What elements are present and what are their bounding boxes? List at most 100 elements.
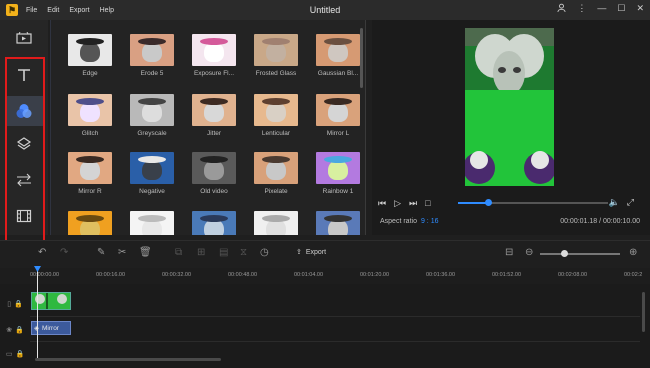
timeline-tick-label: 00:01:04.00: [294, 272, 324, 278]
next-frame-icon[interactable]: ⏭: [409, 198, 417, 209]
thumbnail-dog-face: [266, 160, 286, 180]
play-icon[interactable]: ▷: [394, 198, 401, 209]
timeline-ruler[interactable]: 00:00:00.00 00:00:16.00 00:00:32.00 00:00:4…: [0, 268, 650, 284]
user-icon[interactable]: [557, 3, 566, 14]
track-lock-icon[interactable]: 🔒: [15, 326, 24, 334]
track-lock-icon[interactable]: 🔒: [15, 350, 24, 358]
thumbnail-hat: [262, 156, 290, 163]
filter-label: Pixelate: [264, 188, 288, 195]
redo-icon[interactable]: ↷: [60, 247, 68, 258]
split-icon[interactable]: ✂: [118, 247, 126, 258]
filter-label: Frosted Glass: [255, 70, 297, 77]
export-button[interactable]: ⇪ Export: [296, 248, 326, 257]
progress-handle[interactable]: [485, 199, 492, 206]
menu-edit[interactable]: Edit: [47, 7, 59, 14]
audio-track-header: ▭ 🔒: [0, 342, 30, 366]
thumbnail-dog-face: [142, 160, 162, 180]
aspect-ratio: Aspect ratio 9 : 16: [380, 218, 438, 225]
zoom-slider-handle[interactable]: [561, 250, 568, 257]
undo-icon[interactable]: ↶: [38, 247, 46, 258]
filter-item[interactable]: Mirror L: [309, 94, 365, 146]
filter-item[interactable]: Mirror R: [61, 152, 119, 204]
thumbnail-hat: [138, 38, 166, 45]
speed-icon[interactable]: ⧖: [240, 247, 247, 258]
prev-frame-icon[interactable]: ⏮: [378, 198, 386, 209]
close-icon[interactable]: ✕: [636, 3, 644, 14]
filter-item[interactable]: Edge: [61, 34, 119, 86]
filter-item[interactable]: Negative: [123, 152, 181, 204]
filter-item[interactable]: [309, 211, 365, 235]
filter-item[interactable]: [247, 211, 305, 235]
track-lock-icon[interactable]: 🔒: [14, 300, 23, 308]
aspect-ratio-value[interactable]: 9 : 16: [421, 218, 439, 225]
app-logo-icon: ⚑: [6, 4, 18, 16]
thumbnail-hat: [138, 98, 166, 105]
delete-icon[interactable]: 🗑: [139, 247, 152, 258]
thumbnail-dog-face: [80, 102, 100, 122]
filter-item[interactable]: Pixelate: [247, 152, 305, 204]
menu-help[interactable]: Help: [100, 7, 114, 14]
track-video-icon: ▯: [7, 301, 12, 308]
minimize-icon[interactable]: —: [597, 3, 606, 14]
fullscreen-icon[interactable]: ⤢: [627, 197, 634, 208]
menu-export[interactable]: Export: [69, 7, 89, 14]
freeze-icon[interactable]: ▤: [219, 247, 228, 258]
zoom-slider[interactable]: [540, 250, 620, 257]
thumbnail-dog-face: [204, 102, 224, 122]
filter-item[interactable]: Exposure Fl...: [185, 34, 243, 86]
thumbnail-hat: [138, 215, 166, 222]
filter-item[interactable]: Lenticular: [247, 94, 305, 146]
filter-item[interactable]: [185, 211, 243, 235]
filter-thumbnail: [316, 152, 360, 184]
filter-item[interactable]: Jitter: [185, 94, 243, 146]
progress-bar[interactable]: [458, 199, 608, 206]
more-icon[interactable]: ⋮: [577, 3, 586, 14]
app-window: ⚑ File Edit Export Help Untitled ⋮ — ☐ ✕: [0, 0, 650, 368]
menu-file[interactable]: File: [26, 7, 37, 14]
filter-item[interactable]: [61, 211, 119, 235]
volume-icon[interactable]: 🔈: [609, 197, 620, 208]
edit-icon[interactable]: ✎: [97, 247, 105, 258]
filter-item[interactable]: Erode 5: [123, 34, 181, 86]
track-filter-icon: ❀: [6, 327, 13, 334]
grid-scrollbar[interactable]: [360, 28, 363, 88]
timeline-tick-label: 00:01:52.00: [492, 272, 522, 278]
preview-panel: ⏮ ▷ ⏭ □ 🔈 ⤢ Aspect ratio 9 : 16 00:00:01.…: [372, 20, 650, 235]
filter-item[interactable]: Gaussian Bl...: [309, 34, 365, 86]
thumbnail-dog-face: [142, 42, 162, 62]
filter-label: Greyscale: [137, 130, 167, 137]
filter-item[interactable]: Rainbow 1: [309, 152, 365, 204]
timeline-tick-label: 00:00:32.00: [162, 272, 192, 278]
filter-item[interactable]: Frosted Glass: [247, 34, 305, 86]
thumbnail-hat: [262, 215, 290, 222]
export-icon: ⇪: [296, 249, 302, 256]
filter-label: Mirror R: [78, 188, 102, 195]
timeline-tick-label: 00:01:36.00: [426, 272, 456, 278]
progress-fill: [458, 202, 488, 204]
zoom-out-icon[interactable]: ⊖: [525, 247, 533, 258]
filter-item[interactable]: Old video: [185, 152, 243, 204]
timeline-horizontal-scrollbar[interactable]: [35, 358, 221, 361]
timecode: 00:00:01.18 / 00:00:10.00: [560, 218, 640, 225]
filter-thumbnail: [254, 211, 298, 235]
media-icon[interactable]: [8, 26, 40, 50]
maximize-icon[interactable]: ☐: [617, 3, 625, 14]
stop-icon[interactable]: □: [425, 198, 430, 208]
mosaic-icon[interactable]: ⊞: [197, 247, 205, 258]
filter-item[interactable]: [123, 211, 181, 235]
fit-timeline-icon[interactable]: ⊟: [505, 247, 513, 258]
duration-icon[interactable]: ◷: [260, 247, 269, 258]
filter-item[interactable]: Glitch: [61, 94, 119, 146]
timeline-vertical-scrollbar[interactable]: [642, 292, 645, 332]
thumbnail-dog-face: [204, 42, 224, 62]
zoom-in-icon[interactable]: ⊕: [629, 247, 637, 258]
filter-item[interactable]: Greyscale: [123, 94, 181, 146]
filter-label: Mirror L: [326, 130, 350, 137]
crop-icon[interactable]: ⧉: [175, 247, 182, 258]
filter-thumbnail: [130, 34, 174, 66]
filter-thumbnail: [192, 211, 236, 235]
thumbnail-dog-face: [328, 42, 348, 62]
filter-thumbnail: [316, 94, 360, 126]
title-bar: ⚑ File Edit Export Help Untitled ⋮ — ☐ ✕: [0, 0, 650, 20]
thumbnail-dog-face: [266, 42, 286, 62]
